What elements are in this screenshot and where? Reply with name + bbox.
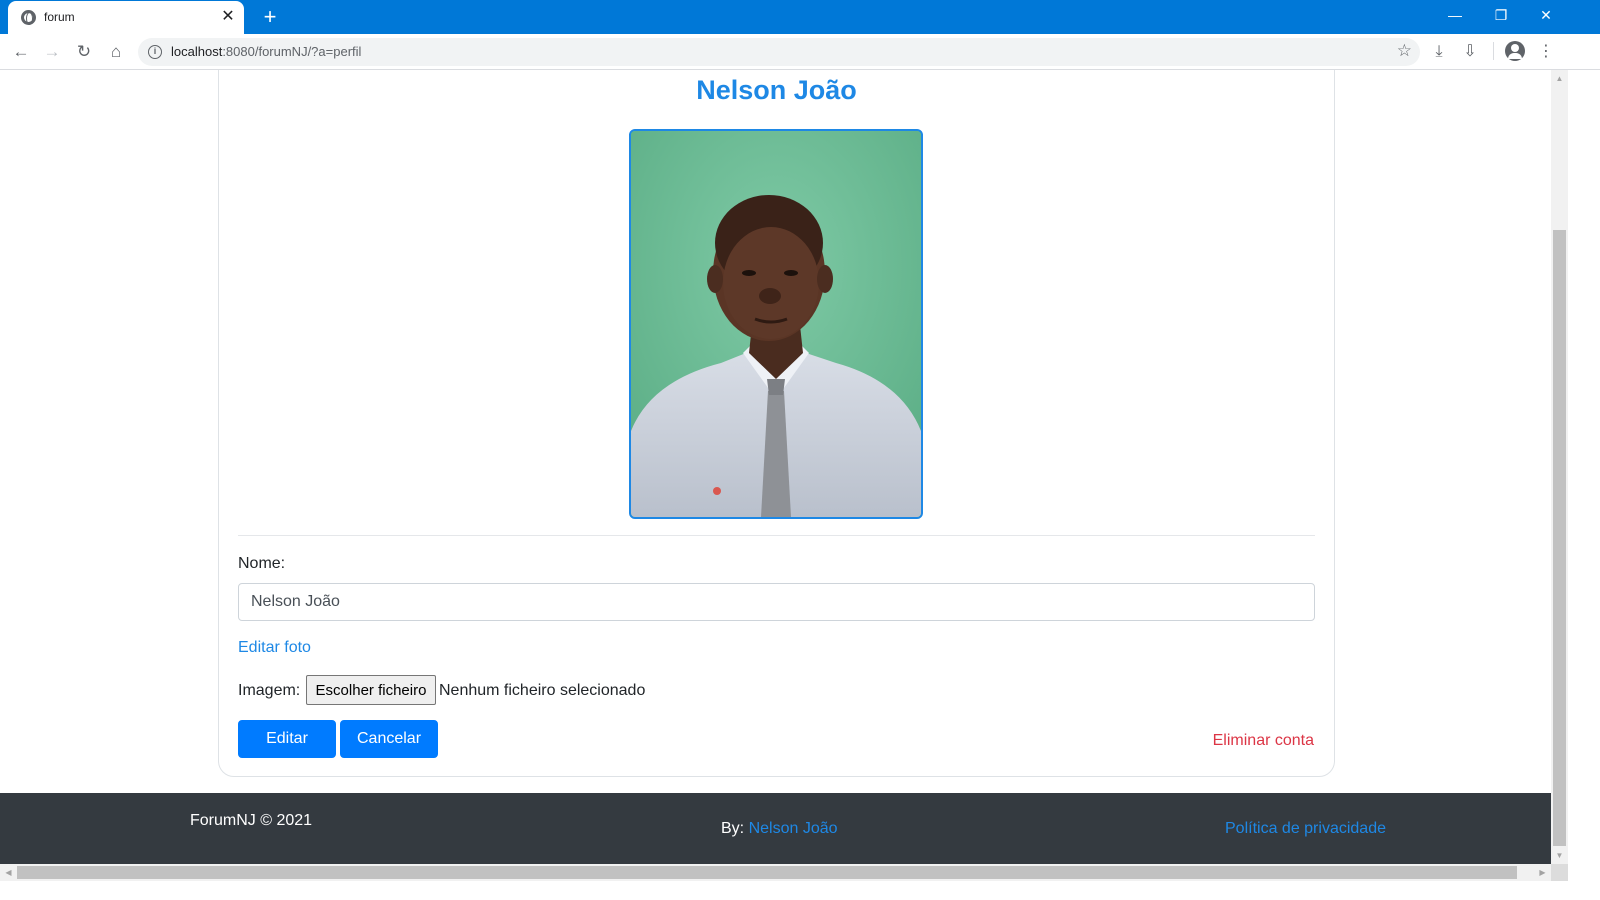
new-tab-button[interactable]: +	[256, 3, 284, 31]
browser-toolbar: ← → ↻ ⌂ i localhost:8080/forumNJ/?a=perf…	[0, 34, 1600, 70]
restore-icon[interactable]: ❐	[1478, 0, 1524, 30]
vertical-scroll-thumb[interactable]	[1553, 230, 1566, 846]
scroll-right-icon[interactable]: ▶	[1534, 864, 1551, 881]
privacy-policy-link[interactable]: Política de privacidade	[1225, 820, 1386, 838]
image-label: Imagem:	[238, 682, 301, 699]
page-footer: ForumNJ © 2021 By: Nelson João Política …	[0, 793, 1551, 864]
url-host: localhost	[171, 44, 223, 59]
name-label: Nome:	[238, 555, 286, 572]
downloads-tray-icon[interactable]: ⇩	[1456, 38, 1484, 66]
window-bottom-edge	[0, 881, 1600, 900]
back-icon[interactable]: ←	[7, 38, 35, 66]
reload-icon[interactable]: ↻	[70, 38, 98, 66]
profile-photo-image	[631, 131, 921, 517]
name-input[interactable]	[238, 583, 1315, 621]
download-arrow-icon[interactable]: ⤓	[1425, 38, 1453, 66]
edit-photo-link[interactable]: Editar foto	[238, 639, 311, 657]
scroll-left-icon[interactable]: ◀	[0, 864, 17, 881]
close-tab-icon[interactable]: ✕	[218, 7, 238, 27]
page-viewport: Nelson João Nome: Nelson João Editar fot…	[0, 70, 1551, 864]
section-divider	[238, 535, 1315, 536]
cancel-button[interactable]: Cancelar	[340, 720, 438, 758]
window-close-icon[interactable]: ✕	[1523, 0, 1569, 30]
profile-avatar-icon[interactable]	[1505, 41, 1525, 61]
horizontal-scroll-thumb[interactable]	[17, 866, 1517, 879]
file-status-text: Nenhum ficheiro selecionado	[439, 682, 646, 699]
horizontal-scrollbar[interactable]: ◀ ▶	[0, 864, 1551, 881]
tab-title: forum	[44, 10, 75, 24]
profile-card: Nelson João Nome: Nelson João Editar fot…	[218, 70, 1335, 777]
url-path: :8080/forumNJ/?a=perfil	[222, 44, 362, 59]
toolbar-divider	[1493, 42, 1494, 60]
browser-menu-icon[interactable]: ⋮	[1532, 38, 1560, 66]
globe-icon	[21, 10, 36, 25]
bookmark-star-icon[interactable]: ☆	[1397, 41, 1412, 61]
url-text: localhost:8080/forumNJ/?a=perfil	[171, 44, 361, 59]
footer-by-label: By:	[721, 820, 745, 837]
browser-tab-strip: forum ✕ + — ❐ ✕	[0, 0, 1600, 34]
minimize-icon[interactable]: —	[1432, 0, 1478, 30]
footer-author-link[interactable]: Nelson João	[749, 820, 838, 837]
forward-icon[interactable]: →	[38, 38, 66, 66]
scroll-up-icon[interactable]: ▲	[1551, 70, 1568, 87]
scroll-down-icon[interactable]: ▼	[1551, 847, 1568, 864]
info-icon[interactable]: i	[148, 45, 162, 59]
browser-tab[interactable]: forum ✕	[8, 1, 244, 34]
profile-name-heading: Nelson João	[696, 75, 857, 105]
edit-button[interactable]: Editar	[238, 720, 336, 758]
scrollbar-corner	[1551, 864, 1568, 881]
vertical-scrollbar[interactable]: ▲ ▼	[1551, 70, 1568, 864]
footer-copyright: ForumNJ © 2021	[190, 812, 313, 829]
footer-author: By: Nelson João	[721, 820, 838, 838]
home-icon[interactable]: ⌂	[102, 38, 130, 66]
choose-file-button[interactable]: Escolher ficheiro	[306, 675, 436, 705]
delete-account-link[interactable]: Eliminar conta	[1213, 732, 1314, 750]
profile-photo	[629, 129, 923, 519]
address-bar[interactable]: i localhost:8080/forumNJ/?a=perfil ☆	[138, 38, 1420, 66]
